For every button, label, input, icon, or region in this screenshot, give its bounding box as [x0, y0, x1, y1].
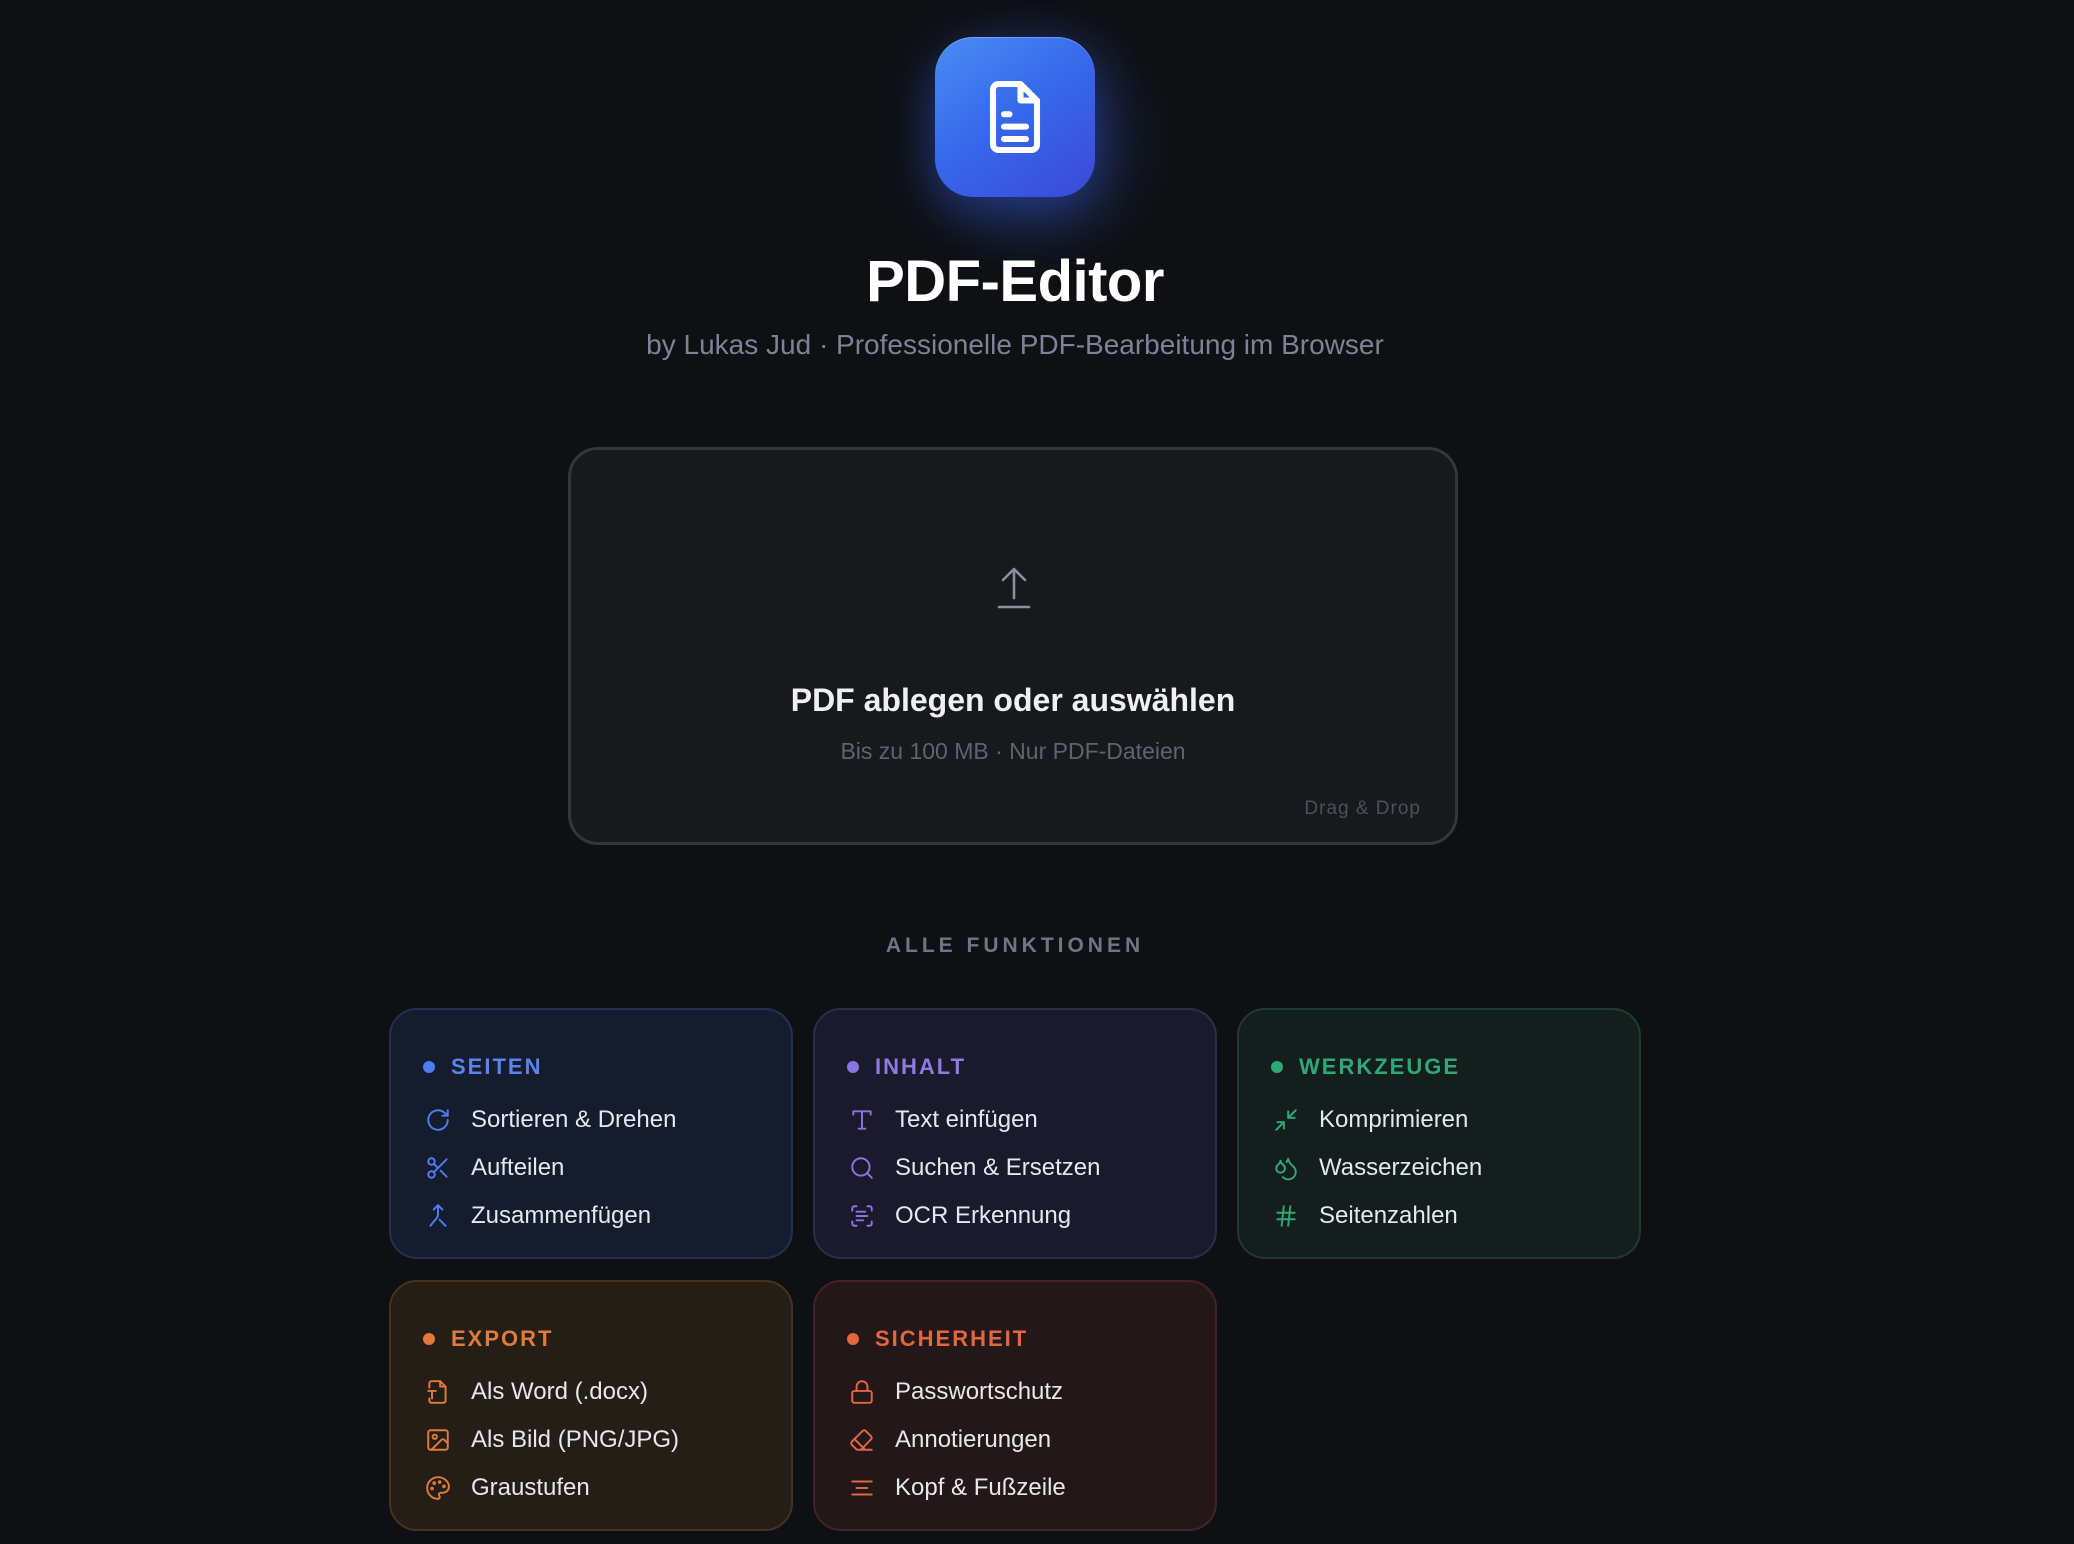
card-title: INHALT [875, 1054, 967, 1079]
search-icon [847, 1153, 877, 1183]
dropzone-title: PDF ablegen oder auswählen [790, 682, 1236, 718]
feature-label: Als Bild (PNG/JPG) [471, 1426, 680, 1453]
merge-icon [423, 1201, 453, 1231]
feature-label: Wasserzeichen [1319, 1154, 1483, 1181]
feature-item-text-einfuegen[interactable]: Text einfügen [847, 1096, 1100, 1144]
feature-item-als-bild[interactable]: Als Bild (PNG/JPG) [423, 1416, 679, 1464]
pdf-dropzone[interactable]: PDF ablegen oder auswählen Bis zu 100 MB… [568, 447, 1458, 845]
card-title: WERKZEUGE [1299, 1054, 1460, 1079]
feature-item-zusammenfuegen[interactable]: Zusammenfügen [423, 1192, 676, 1240]
feature-item-sortieren[interactable]: Sortieren & Drehen [423, 1096, 676, 1144]
feature-item-komprimieren[interactable]: Komprimieren [1271, 1096, 1482, 1144]
feature-label: OCR Erkennung [895, 1202, 1072, 1229]
feature-item-graustufen[interactable]: Graustufen [423, 1464, 679, 1512]
scissors-icon [423, 1153, 453, 1183]
feature-label: Annotierungen [895, 1426, 1052, 1453]
feature-card-inhalt: INHALT Text einfügen Suchen & Ersetzen O… [813, 1008, 1217, 1259]
feature-label: Als Word (.docx) [471, 1378, 648, 1405]
page-subtitle: by Lukas Jud · Professionelle PDF-Bearbe… [646, 329, 1384, 360]
align-center-icon [847, 1473, 877, 1503]
category-dot [423, 1061, 435, 1073]
feature-item-wasserzeichen[interactable]: Wasserzeichen [1271, 1144, 1482, 1192]
feature-label: Text einfügen [895, 1106, 1038, 1133]
feature-item-annotierungen[interactable]: Annotierungen [847, 1416, 1066, 1464]
lock-icon [847, 1377, 877, 1407]
feature-label: Suchen & Ersetzen [895, 1154, 1101, 1181]
feature-item-kopf-fusszeile[interactable]: Kopf & Fußzeile [847, 1464, 1066, 1512]
upload-icon [996, 566, 1032, 610]
card-title: EXPORT [451, 1326, 554, 1351]
feature-label: Graustufen [471, 1474, 590, 1501]
file-word-icon [423, 1377, 453, 1407]
card-header: SEITEN [423, 1054, 542, 1080]
feature-item-suchen-ersetzen[interactable]: Suchen & Ersetzen [847, 1144, 1100, 1192]
section-title: ALLE FUNKTIONEN [885, 934, 1145, 957]
card-title: SICHERHEIT [875, 1326, 1029, 1351]
feature-label: Kopf & Fußzeile [895, 1474, 1066, 1501]
category-dot [423, 1333, 435, 1345]
feature-item-als-word[interactable]: Als Word (.docx) [423, 1368, 679, 1416]
category-dot [847, 1333, 859, 1345]
document-icon [982, 78, 1048, 156]
feature-card-sicherheit: SICHERHEIT Passwortschutz Annotierungen … [813, 1280, 1217, 1531]
feature-item-seitenzahlen[interactable]: Seitenzahlen [1271, 1192, 1482, 1240]
feature-card-export: EXPORT Als Word (.docx) Als Bild (PNG/JP… [389, 1280, 793, 1531]
eraser-icon [847, 1425, 877, 1455]
droplets-icon [1271, 1153, 1301, 1183]
feature-item-passwortschutz[interactable]: Passwortschutz [847, 1368, 1066, 1416]
category-dot [1271, 1061, 1283, 1073]
feature-label: Sortieren & Drehen [471, 1106, 677, 1133]
dropzone-subtitle: Bis zu 100 MB · Nur PDF-Dateien [840, 738, 1186, 764]
feature-card-werkzeuge: WERKZEUGE Komprimieren Wasserzeichen Sei… [1237, 1008, 1641, 1259]
card-header: EXPORT [423, 1326, 553, 1352]
feature-label: Passwortschutz [895, 1378, 1064, 1405]
hash-icon [1271, 1201, 1301, 1231]
page-title: PDF-Editor [866, 249, 1164, 314]
card-header: SICHERHEIT [847, 1326, 1028, 1352]
card-title: SEITEN [451, 1054, 543, 1079]
app-logo [935, 37, 1095, 197]
feature-item-ocr[interactable]: OCR Erkennung [847, 1192, 1100, 1240]
scan-text-icon [847, 1201, 877, 1231]
rotate-icon [423, 1105, 453, 1135]
feature-item-aufteilen[interactable]: Aufteilen [423, 1144, 676, 1192]
feature-label: Zusammenfügen [471, 1202, 652, 1229]
category-dot [847, 1061, 859, 1073]
feature-card-seiten: SEITEN Sortieren & Drehen Aufteilen Zusa… [389, 1008, 793, 1259]
feature-label: Seitenzahlen [1319, 1202, 1458, 1229]
image-icon [423, 1425, 453, 1455]
feature-label: Komprimieren [1319, 1106, 1469, 1133]
card-header: WERKZEUGE [1271, 1054, 1460, 1080]
dropzone-hint: Drag & Drop [1304, 798, 1421, 819]
card-header: INHALT [847, 1054, 966, 1080]
compress-icon [1271, 1105, 1301, 1135]
palette-icon [423, 1473, 453, 1503]
text-icon [847, 1105, 877, 1135]
feature-label: Aufteilen [471, 1154, 565, 1181]
